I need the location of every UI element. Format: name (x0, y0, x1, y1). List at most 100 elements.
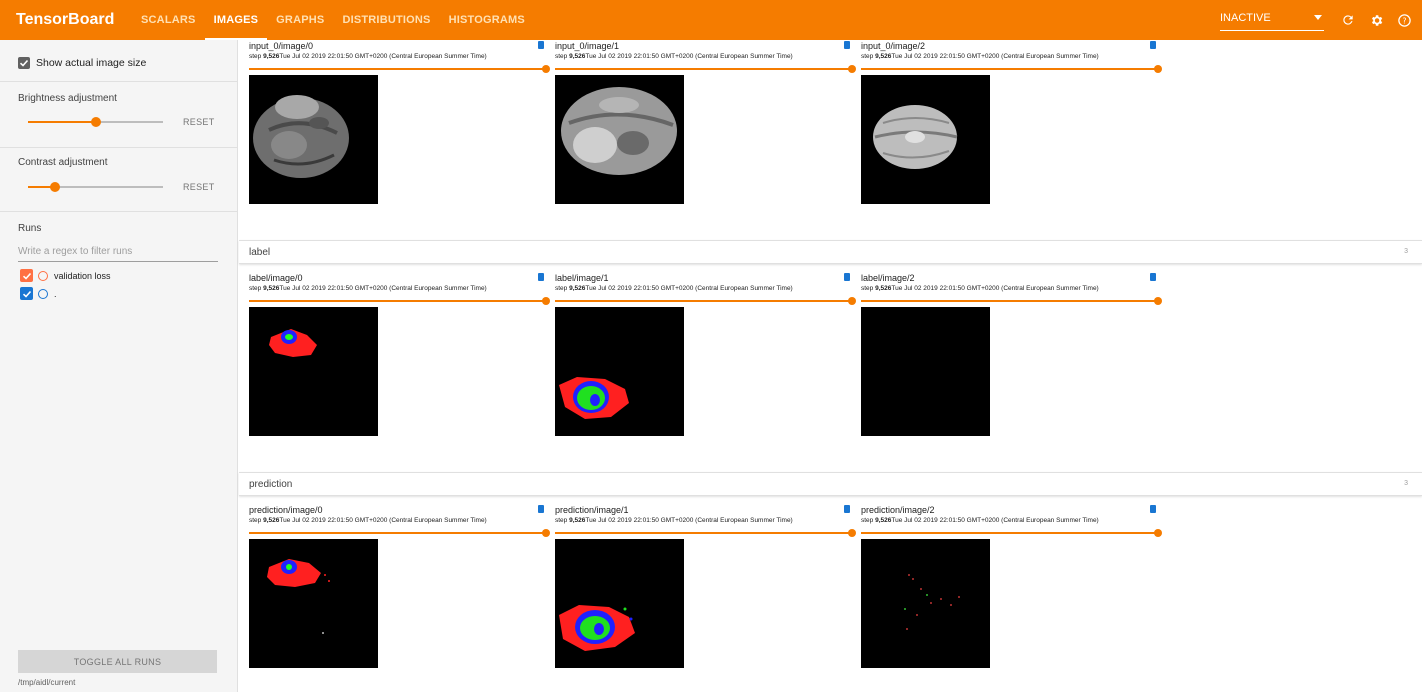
step-slider-knob[interactable] (848, 65, 856, 73)
logdir-path: /tmp/aidl/current (18, 678, 76, 687)
contrast-reset-button[interactable]: RESET (183, 182, 215, 192)
brightness-slider-knob[interactable] (90, 117, 101, 127)
step-slider[interactable] (861, 300, 1157, 302)
image-size-section: Show actual image size (0, 40, 238, 82)
contrast-slider-knob[interactable] (50, 182, 60, 192)
run-color-circle-icon (38, 288, 48, 299)
brightness-label: Brightness adjustment (18, 93, 117, 104)
run-item-dot[interactable]: . (20, 287, 57, 300)
image-brain-mri[interactable] (249, 75, 378, 204)
run-label: validation loss (54, 270, 111, 281)
step-slider[interactable] (249, 532, 545, 534)
step-slider-knob[interactable] (1154, 65, 1162, 73)
card-step-info: step 9,526Tue Jul 02 2019 22:01:50 GMT+0… (555, 517, 793, 524)
settings-icon[interactable] (1364, 8, 1388, 32)
image-card: label/image/1 step 9,526Tue Jul 02 2019 … (555, 273, 856, 438)
step-slider-knob[interactable] (542, 297, 550, 305)
image-card: label/image/0 step 9,526Tue Jul 02 2019 … (249, 273, 550, 438)
checkbox-icon[interactable] (18, 57, 30, 69)
image-brain-mri[interactable] (861, 75, 990, 204)
image-card: prediction/image/1 step 9,526Tue Jul 02 … (555, 505, 856, 670)
run-item-validation-loss[interactable]: validation loss (20, 269, 111, 282)
show-actual-size-checkbox[interactable]: Show actual image size (18, 57, 146, 69)
card-info-icon[interactable] (844, 41, 850, 49)
image-segmentation[interactable] (555, 307, 684, 436)
card-title: prediction/image/2 (861, 505, 935, 515)
contrast-label: Contrast adjustment (18, 157, 108, 168)
contrast-section: Contrast adjustment RESET (0, 148, 238, 212)
step-slider[interactable] (861, 532, 1157, 534)
tab-distributions[interactable]: DISTRIBUTIONS (333, 0, 439, 40)
card-info-icon[interactable] (538, 505, 544, 513)
step-slider[interactable] (861, 68, 1157, 70)
tab-graphs[interactable]: GRAPHS (267, 0, 333, 40)
toggle-all-runs-button[interactable]: TOGGLE ALL RUNS (18, 650, 217, 673)
image-segmentation[interactable] (555, 539, 684, 668)
card-info-icon[interactable] (844, 273, 850, 281)
tab-scalars[interactable]: SCALARS (132, 0, 205, 40)
brightness-reset-button[interactable]: RESET (183, 117, 215, 127)
group-header-label[interactable]: label 3 (239, 240, 1422, 264)
step-slider-knob[interactable] (1154, 529, 1162, 537)
card-step-info: step 9,526Tue Jul 02 2019 22:01:50 GMT+0… (555, 53, 793, 60)
card-step-info: step 9,526Tue Jul 02 2019 22:01:50 GMT+0… (861, 53, 1099, 60)
brightness-section: Brightness adjustment RESET (0, 82, 238, 148)
card-title: label/image/1 (555, 273, 609, 283)
group-count: 3 (1404, 248, 1408, 255)
step-slider[interactable] (555, 532, 851, 534)
sidebar: Show actual image size Brightness adjust… (0, 40, 238, 692)
card-info-icon[interactable] (1150, 41, 1156, 49)
card-title: input_0/image/2 (861, 41, 926, 51)
runs-filter-input[interactable]: Write a regex to filter runs (18, 246, 218, 262)
contrast-slider[interactable] (28, 181, 163, 193)
card-info-icon[interactable] (1150, 273, 1156, 281)
card-info-icon[interactable] (538, 41, 544, 49)
group-name: label (249, 247, 271, 258)
image-card: input_0/image/1 step 9,526Tue Jul 02 201… (555, 41, 856, 206)
step-slider[interactable] (249, 68, 545, 70)
step-slider-knob[interactable] (542, 65, 550, 73)
card-step-info: step 9,526Tue Jul 02 2019 22:01:50 GMT+0… (249, 285, 487, 292)
image-card: prediction/image/2 step 9,526Tue Jul 02 … (861, 505, 1162, 670)
image-card: input_0/image/2 step 9,526Tue Jul 02 201… (861, 41, 1162, 206)
help-icon[interactable]: ? (1392, 8, 1416, 32)
card-step-info: step 9,526Tue Jul 02 2019 22:01:50 GMT+0… (555, 285, 793, 292)
app-brand[interactable]: TensorBoard (16, 11, 120, 29)
image-segmentation[interactable] (861, 307, 990, 436)
chevron-down-icon (1314, 15, 1322, 20)
step-slider[interactable] (249, 300, 545, 302)
card-step-info: step 9,526Tue Jul 02 2019 22:01:50 GMT+0… (249, 53, 487, 60)
image-segmentation[interactable] (249, 539, 378, 668)
image-card: input_0/image/0 step 9,526Tue Jul 02 201… (249, 41, 550, 206)
tab-images[interactable]: IMAGES (204, 0, 268, 40)
run-checkbox-icon[interactable] (20, 287, 33, 300)
tab-histograms[interactable]: HISTOGRAMS (440, 0, 534, 40)
card-info-icon[interactable] (538, 273, 544, 281)
step-slider[interactable] (555, 68, 851, 70)
group-count: 3 (1404, 480, 1408, 487)
step-slider[interactable] (555, 300, 851, 302)
run-checkbox-icon[interactable] (20, 269, 33, 282)
card-title: label/image/0 (249, 273, 303, 283)
step-slider-knob[interactable] (848, 297, 856, 305)
brightness-slider[interactable] (28, 116, 163, 128)
card-info-icon[interactable] (1150, 505, 1156, 513)
card-title: input_0/image/0 (249, 41, 314, 51)
step-slider-knob[interactable] (1154, 297, 1162, 305)
inactive-dashboards-select[interactable]: INACTIVE (1220, 9, 1324, 31)
refresh-icon[interactable] (1336, 8, 1360, 32)
image-segmentation[interactable] (861, 539, 990, 668)
brightness-slider-fill (28, 121, 96, 123)
group-header-prediction[interactable]: prediction 3 (239, 472, 1422, 496)
card-step-info: step 9,526Tue Jul 02 2019 22:01:50 GMT+0… (861, 285, 1099, 292)
images-dashboard: input_0/image/0 step 9,526Tue Jul 02 201… (239, 40, 1422, 692)
step-slider-knob[interactable] (542, 529, 550, 537)
card-step-info: step 9,526Tue Jul 02 2019 22:01:50 GMT+0… (861, 517, 1099, 524)
image-segmentation[interactable] (249, 307, 378, 436)
dashboard-tabs: SCALARS IMAGES GRAPHS DISTRIBUTIONS HIST… (132, 0, 534, 40)
step-slider-knob[interactable] (848, 529, 856, 537)
card-step-info: step 9,526Tue Jul 02 2019 22:01:50 GMT+0… (249, 517, 487, 524)
card-info-icon[interactable] (844, 505, 850, 513)
inactive-select-value: INACTIVE (1220, 12, 1271, 24)
image-brain-mri[interactable] (555, 75, 684, 204)
